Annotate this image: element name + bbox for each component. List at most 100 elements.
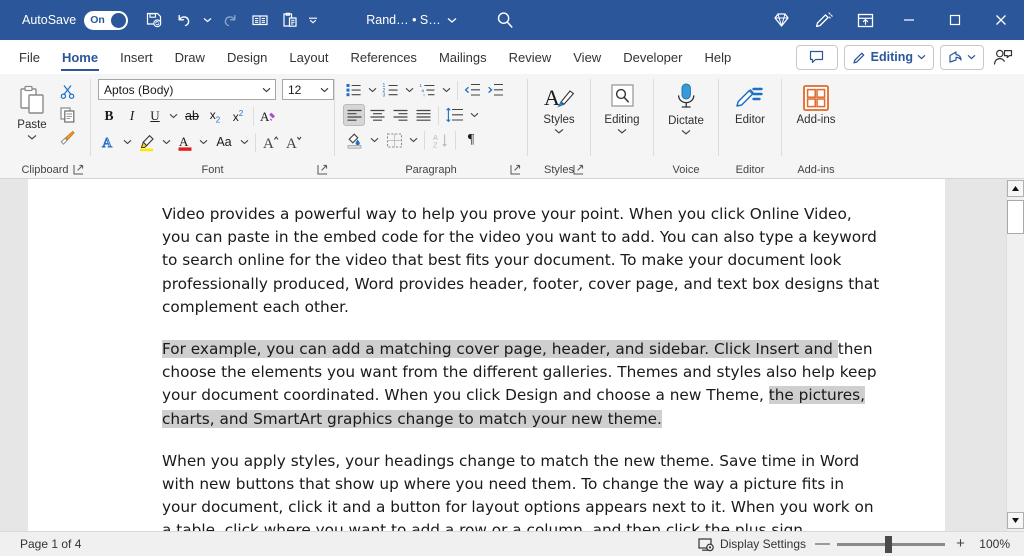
underline-button[interactable]: U (144, 105, 166, 127)
tab-help[interactable]: Help (693, 40, 742, 74)
minimize-button[interactable] (886, 0, 932, 40)
text-effects-button[interactable]: A (98, 131, 120, 153)
ribbon-display-options-icon[interactable] (844, 0, 886, 40)
document-page[interactable]: Video provides a powerful way to help yo… (28, 179, 945, 531)
increase-indent-button[interactable] (485, 79, 507, 101)
cut-button[interactable] (56, 80, 78, 102)
shading-button[interactable] (343, 129, 367, 151)
copilot-icon[interactable] (760, 0, 802, 40)
search-icon[interactable] (492, 8, 518, 32)
tab-draw[interactable]: Draw (164, 40, 216, 74)
format-painter-button[interactable] (56, 126, 78, 148)
paragraph-1[interactable]: Video provides a powerful way to help yo… (162, 203, 883, 319)
borders-dropdown-icon[interactable] (407, 129, 420, 151)
vertical-scrollbar[interactable] (1006, 179, 1024, 531)
borders-button[interactable] (382, 129, 406, 151)
read-aloud-icon[interactable] (246, 6, 274, 34)
numbering-button[interactable]: 123 (380, 79, 402, 101)
dictate-button[interactable]: Dictate (659, 80, 713, 138)
font-dialog-launcher[interactable] (316, 163, 329, 176)
save-icon[interactable] (140, 6, 168, 34)
tab-layout[interactable]: Layout (278, 40, 339, 74)
redo-icon[interactable] (216, 6, 244, 34)
strikethrough-button[interactable]: ab (181, 105, 203, 127)
justify-button[interactable] (412, 104, 434, 126)
page-indicator[interactable]: Page 1 of 4 (20, 537, 81, 551)
superscript-button[interactable]: x2 (227, 105, 249, 127)
tab-review[interactable]: Review (498, 40, 563, 74)
paragraph-dialog-launcher[interactable] (509, 163, 522, 176)
close-button[interactable] (978, 0, 1024, 40)
tab-view[interactable]: View (562, 40, 612, 74)
editing-button[interactable]: Editing (596, 81, 648, 137)
grow-font-button[interactable]: A (260, 131, 282, 153)
styles-dialog-launcher[interactable] (572, 163, 585, 176)
bullets-button[interactable] (343, 79, 365, 101)
text-effects-dropdown-icon[interactable] (121, 131, 134, 153)
chevron-down-icon[interactable] (259, 87, 273, 93)
line-spacing-dropdown-icon[interactable] (468, 104, 481, 126)
clipboard-dialog-launcher[interactable] (72, 163, 85, 176)
clear-formatting-button[interactable]: A (258, 105, 280, 127)
copy-button[interactable] (56, 103, 78, 125)
paste-button[interactable]: Paste (9, 82, 55, 143)
decrease-indent-button[interactable] (462, 79, 484, 101)
paste-special-icon[interactable] (276, 6, 304, 34)
designer-pen-icon[interactable] (802, 0, 844, 40)
underline-dropdown-icon[interactable] (167, 105, 180, 127)
subscript-button[interactable]: x2 (204, 105, 226, 127)
text-highlight-color-button[interactable] (135, 131, 159, 153)
change-case-button[interactable]: Aa (211, 131, 237, 153)
editor-button[interactable]: Editor (724, 81, 776, 129)
scroll-down-button[interactable] (1007, 512, 1024, 529)
align-left-button[interactable] (343, 104, 365, 126)
tab-file[interactable]: File (8, 40, 51, 74)
show-formatting-marks-button[interactable]: ¶ (460, 129, 482, 151)
styles-button[interactable]: A Styles (533, 81, 585, 137)
zoom-out-button[interactable]: — (815, 539, 828, 549)
font-name-combo[interactable]: Aptos (Body) (98, 79, 276, 100)
maximize-button[interactable] (932, 0, 978, 40)
highlight-dropdown-icon[interactable] (160, 131, 173, 153)
catch-up-icon[interactable] (990, 44, 1016, 70)
italic-button[interactable]: I (121, 105, 143, 127)
undo-icon[interactable] (170, 6, 198, 34)
shading-dropdown-icon[interactable] (368, 129, 381, 151)
undo-dropdown-icon[interactable] (200, 6, 214, 34)
bold-button[interactable]: B (98, 105, 120, 127)
qat-more-icon[interactable] (306, 6, 320, 34)
tab-mailings[interactable]: Mailings (428, 40, 498, 74)
status-bar-left[interactable]: Page 1 of 4 (20, 537, 81, 551)
multilevel-dropdown-icon[interactable] (440, 79, 453, 101)
font-color-dropdown-icon[interactable] (197, 131, 210, 153)
center-button[interactable] (366, 104, 388, 126)
zoom-in-button[interactable]: + (954, 539, 967, 549)
scrollbar-thumb[interactable] (1007, 200, 1024, 234)
tab-design[interactable]: Design (216, 40, 278, 74)
font-size-combo[interactable]: 12 (282, 79, 334, 100)
sort-button[interactable]: AZ (429, 129, 451, 151)
zoom-slider[interactable] (837, 543, 945, 546)
paragraph-2[interactable]: For example, you can add a matching cove… (162, 338, 883, 431)
line-spacing-button[interactable] (443, 104, 467, 126)
comments-button[interactable] (796, 45, 838, 70)
scroll-up-button[interactable] (1007, 180, 1024, 197)
align-right-button[interactable] (389, 104, 411, 126)
document-title[interactable]: Rand… • S… (366, 13, 457, 27)
share-button[interactable] (940, 45, 984, 70)
tab-home[interactable]: Home (51, 40, 109, 74)
editing-mode-button[interactable]: Editing (844, 45, 934, 70)
change-case-dropdown-icon[interactable] (238, 131, 251, 153)
tab-references[interactable]: References (339, 40, 427, 74)
zoom-level[interactable]: 100% (976, 537, 1010, 551)
autosave-toggle[interactable]: On (84, 11, 128, 30)
shrink-font-button[interactable]: A (283, 131, 305, 153)
numbering-dropdown-icon[interactable] (403, 79, 416, 101)
font-color-button[interactable]: A (174, 131, 196, 153)
zoom-slider-thumb[interactable] (885, 536, 892, 553)
display-settings-button[interactable]: Display Settings (698, 537, 806, 552)
tab-insert[interactable]: Insert (109, 40, 164, 74)
paragraph-3[interactable]: When you apply styles, your headings cha… (162, 450, 883, 531)
tab-developer[interactable]: Developer (612, 40, 693, 74)
addins-button[interactable]: Add-ins (787, 81, 845, 129)
